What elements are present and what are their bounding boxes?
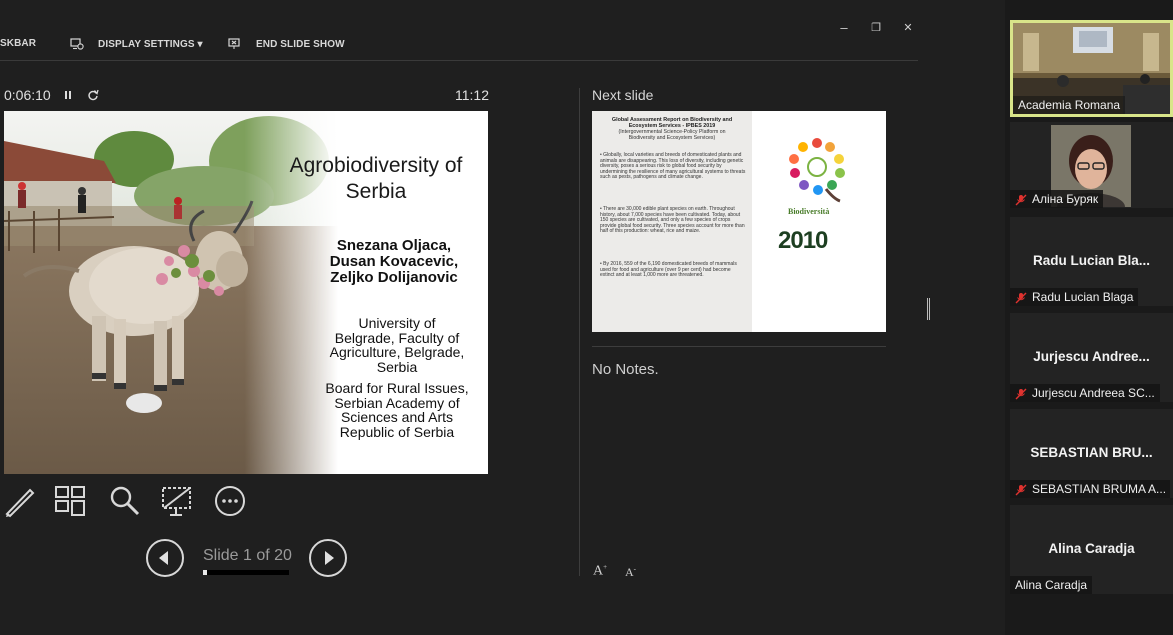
restore-button[interactable]: ❐ bbox=[868, 20, 884, 36]
toolbar-divider bbox=[0, 60, 918, 61]
display-settings-icon bbox=[70, 38, 84, 50]
increase-font-button[interactable]: A+ bbox=[593, 563, 607, 580]
taskbar-button[interactable]: SKBAR bbox=[0, 38, 36, 49]
participant-name-text: SEBASTIAN BRUMA A... bbox=[1032, 482, 1167, 496]
next-slide-2010-logo: 2010 bbox=[778, 227, 828, 254]
black-screen-button[interactable] bbox=[160, 484, 194, 518]
minimize-icon: – bbox=[840, 20, 848, 35]
presenter-view: SKBAR DISPLAY SETTINGS ▾ END SLIDE SHOW … bbox=[0, 0, 1005, 635]
taskbar-label: SKBAR bbox=[0, 38, 37, 49]
participant-display-name: Alina Caradja bbox=[1048, 541, 1135, 556]
restart-icon bbox=[88, 89, 99, 101]
pause-timer-button[interactable] bbox=[61, 88, 75, 102]
participant-name-text: Radu Lucian Blaga bbox=[1032, 290, 1134, 304]
slide-progress-fill bbox=[203, 570, 208, 575]
participant-gallery: Academia Romana Аліна Буряк Radu Lucian … bbox=[1005, 0, 1173, 635]
current-slide[interactable]: Agrobiodiversity of Serbia Snezana Oljac… bbox=[4, 111, 488, 474]
muted-mic-icon bbox=[1015, 387, 1027, 400]
participant-tile[interactable]: Radu Lucian Bla... Radu Lucian Blaga bbox=[1010, 217, 1173, 306]
see-all-slides-icon bbox=[55, 486, 85, 516]
participant-name: Radu Lucian Blaga bbox=[1010, 288, 1139, 306]
decrease-font-icon: A bbox=[625, 565, 634, 579]
participant-display-name: Radu Lucian Bla... bbox=[1032, 253, 1151, 268]
increase-font-icon: A bbox=[593, 563, 604, 579]
magnifier-icon bbox=[110, 486, 140, 516]
elapsed-timer: 0:06:10 bbox=[4, 87, 51, 103]
chevron-right-icon bbox=[325, 551, 334, 565]
restore-icon: ❐ bbox=[871, 22, 881, 34]
end-slide-show-button[interactable]: END SLIDE SHOW bbox=[228, 38, 345, 50]
next-slide-bullet: • By 2016, 559 of the 6,190 domesticated… bbox=[600, 261, 737, 278]
participant-name: Jurjescu Andreea SC... bbox=[1010, 384, 1160, 402]
next-slide-button[interactable] bbox=[309, 539, 347, 577]
participant-name: Alina Caradja bbox=[1010, 576, 1093, 594]
next-slide-logo-text: Biodiversità bbox=[788, 207, 830, 216]
next-slide-bullet: • There are 30,000 edible plant species … bbox=[600, 206, 745, 234]
see-all-slides-button[interactable] bbox=[54, 484, 88, 518]
chevron-left-icon bbox=[159, 551, 168, 565]
more-options-icon bbox=[215, 486, 245, 516]
speaker-notes: No Notes. bbox=[592, 361, 659, 378]
pen-icon bbox=[5, 488, 35, 518]
presenter-toolbar: SKBAR DISPLAY SETTINGS ▾ END SLIDE SHOW bbox=[0, 0, 1005, 62]
next-slide-title: Global Assessment Report on Biodiversity… bbox=[611, 117, 733, 129]
next-slide-preview[interactable]: Global Assessment Report on Biodiversity… bbox=[592, 111, 886, 332]
participant-name-text: Аліна Буряк bbox=[1032, 192, 1099, 206]
participant-name-text: Academia Romana bbox=[1018, 98, 1121, 112]
end-slide-show-icon bbox=[228, 38, 242, 50]
participant-name: Аліна Буряк bbox=[1010, 190, 1104, 208]
muted-mic-icon bbox=[1015, 483, 1027, 496]
pause-icon bbox=[65, 91, 71, 99]
participant-tile[interactable]: SEBASTIAN BRU... SEBASTIAN BRUMA A... bbox=[1010, 409, 1173, 498]
close-icon: ✕ bbox=[903, 22, 913, 34]
display-settings-button[interactable]: DISPLAY SETTINGS ▾ bbox=[70, 38, 203, 50]
biodiversity-logo bbox=[789, 138, 845, 203]
participant-name: SEBASTIAN BRUMA A... bbox=[1010, 480, 1170, 498]
slide-counter[interactable]: Slide 1 of 20 bbox=[203, 547, 292, 565]
restart-timer-button[interactable] bbox=[86, 88, 100, 102]
more-options-button[interactable] bbox=[213, 484, 247, 518]
next-slide-bullet: • Globally, local varieties and breeds o… bbox=[600, 152, 746, 180]
slide-progress-bar bbox=[203, 570, 289, 575]
display-settings-label: DISPLAY SETTINGS ▾ bbox=[98, 38, 203, 50]
participant-tile[interactable]: Jurjescu Andree... Jurjescu Andreea SC..… bbox=[1010, 313, 1173, 402]
participant-display-name: Jurjescu Andree... bbox=[1033, 349, 1150, 364]
close-button[interactable]: ✕ bbox=[900, 20, 916, 36]
zoom-slide-button[interactable] bbox=[108, 484, 142, 518]
pane-splitter-handle[interactable] bbox=[927, 298, 930, 320]
participant-tile[interactable]: Academia Romana bbox=[1010, 20, 1173, 117]
clock: 11:12 bbox=[455, 87, 489, 103]
participant-tile[interactable]: Аліна Буряк bbox=[1010, 122, 1173, 208]
next-slide-label: Next slide bbox=[592, 87, 654, 103]
end-slide-show-label: END SLIDE SHOW bbox=[256, 38, 345, 50]
slide-affiliation-board: Board for Rural Issues, Serbian Academy … bbox=[325, 380, 469, 440]
notes-divider bbox=[592, 346, 886, 347]
slide-title: Agrobiodiversity of Serbia bbox=[289, 154, 463, 203]
participant-name-text: Alina Caradja bbox=[1015, 578, 1088, 592]
muted-mic-icon bbox=[1015, 291, 1027, 304]
slide-authors: Snezana Oljaca, Dusan Kovacevic, Zeljko … bbox=[329, 237, 459, 286]
slide-affiliation-university: University of Belgrade, Faculty of Agric… bbox=[329, 315, 465, 375]
next-slide-subtitle: (Intergovernmental Science-Policy Platfo… bbox=[618, 129, 726, 141]
muted-mic-icon bbox=[1015, 193, 1027, 206]
previous-slide-button[interactable] bbox=[146, 539, 184, 577]
pen-tool-button[interactable] bbox=[2, 484, 36, 518]
participant-display-name: SEBASTIAN BRU... bbox=[1030, 445, 1153, 460]
participant-name: Academia Romana bbox=[1013, 96, 1126, 114]
decrease-font-button[interactable]: A- bbox=[625, 565, 636, 580]
pane-divider[interactable] bbox=[579, 88, 580, 576]
black-screen-icon bbox=[162, 487, 191, 516]
minimize-button[interactable]: – bbox=[836, 20, 852, 36]
participant-name-text: Jurjescu Andreea SC... bbox=[1032, 386, 1155, 400]
participant-tile[interactable]: Alina Caradja Alina Caradja bbox=[1010, 505, 1173, 594]
